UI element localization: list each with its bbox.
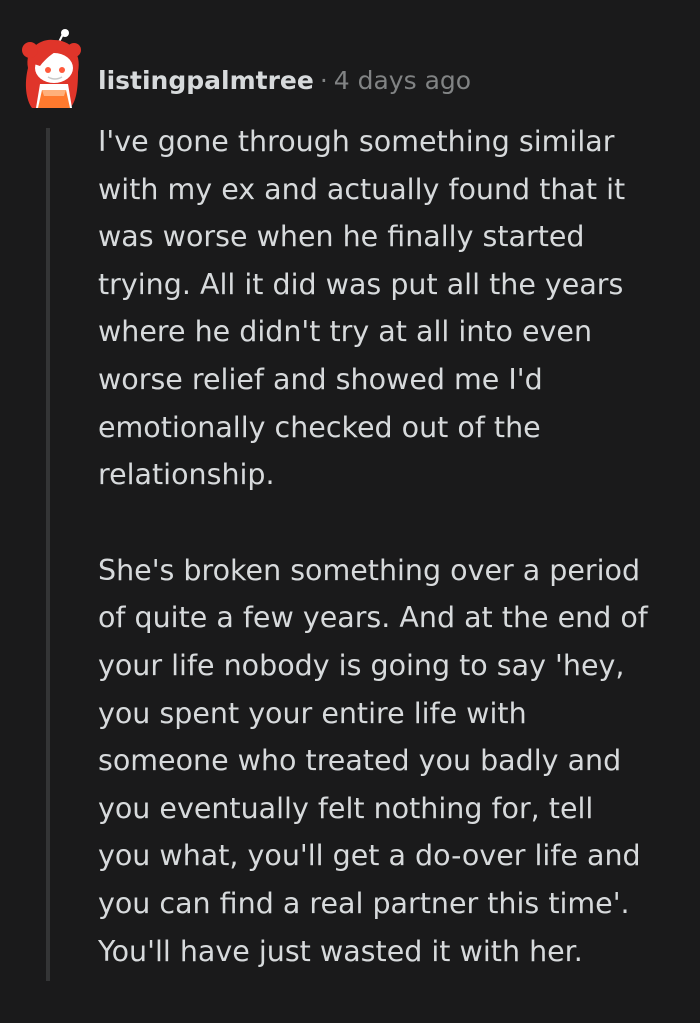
meta-separator: · bbox=[319, 66, 328, 95]
timestamp-link[interactable]: 4 days ago bbox=[334, 66, 471, 95]
comment-paragraph: I've gone through something similar with… bbox=[98, 125, 626, 492]
avatar[interactable] bbox=[18, 28, 86, 112]
thread-collapse-line[interactable] bbox=[46, 128, 50, 981]
comment-body: I've gone through something similar with… bbox=[98, 118, 688, 1023]
username-link[interactable]: listingpalmtree bbox=[98, 66, 314, 95]
comment: listingpalmtree · 4 days ago I've gone thr… bbox=[0, 0, 700, 981]
reddit-snoo-avatar-icon bbox=[22, 29, 81, 108]
comment-header: listingpalmtree · 4 days ago bbox=[98, 64, 471, 98]
comment-paragraph: She's broken something over a period of … bbox=[98, 553, 648, 968]
